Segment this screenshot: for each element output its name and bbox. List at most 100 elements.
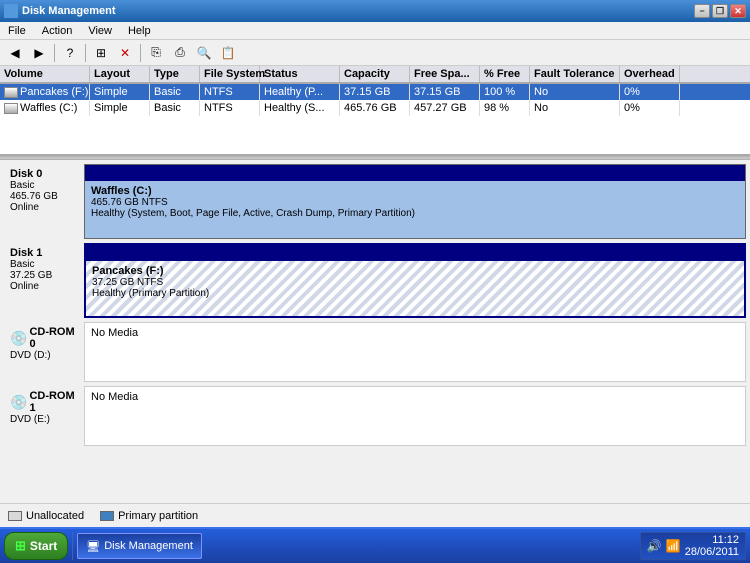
menu-action[interactable]: Action — [38, 22, 77, 40]
col-header-capacity[interactable]: Capacity — [340, 66, 410, 82]
main-area: Volume Layout Type File System Status Ca… — [0, 66, 750, 527]
cdrom-1-label: 💿 CD-ROM 1 DVD (E:) — [4, 386, 84, 446]
start-label: Start — [30, 539, 57, 553]
cdrom-1-row: 💿 CD-ROM 1 DVD (E:) No Media — [4, 386, 746, 446]
col-header-fs[interactable]: File System — [200, 66, 260, 82]
col-header-status[interactable]: Status — [260, 66, 340, 82]
vol-overhead-waffles: 0% — [620, 100, 680, 116]
search-button[interactable]: 🔍 — [193, 42, 215, 64]
back-button[interactable]: ◀ — [4, 42, 26, 64]
tray-volume-icon: 📶 — [666, 539, 681, 553]
delete-button[interactable]: ✕ — [114, 42, 136, 64]
disk-0-status: Online — [10, 202, 78, 213]
volume-list: Volume Layout Type File System Status Ca… — [0, 66, 750, 156]
start-button[interactable]: ⊞ Start — [4, 532, 68, 560]
volume-row-pancakes[interactable]: Pancakes (F:) Simple Basic NTFS Healthy … — [0, 84, 750, 100]
forward-button[interactable]: ▶ — [28, 42, 50, 64]
taskbar: ⊞ Start 🖥 Disk Management 🔊 📶 11:12 28/0… — [0, 527, 750, 563]
disk-1-row: Disk 1 Basic 37.25 GB Online Pancakes (F… — [4, 243, 746, 318]
toolbar-separator-1 — [54, 44, 55, 62]
menu-view[interactable]: View — [84, 22, 116, 40]
vol-overhead-pancakes: 0% — [620, 84, 680, 100]
vol-status-pancakes: Healthy (P... — [260, 84, 340, 100]
disk-0-id: Disk 0 — [10, 168, 78, 180]
menu-help[interactable]: Help — [124, 22, 155, 40]
vol-free-pancakes: 37.15 GB — [410, 84, 480, 100]
cdrom-1-no-media: No Media — [91, 391, 739, 403]
legend-bar: Unallocated Primary partition — [0, 503, 750, 527]
disk-1-part-size: 37.25 GB NTFS — [92, 277, 738, 288]
title-bar: Disk Management − ❐ ✕ — [0, 0, 750, 22]
minimize-button[interactable]: − — [694, 4, 710, 18]
tray-network-icon: 🔊 — [647, 539, 662, 553]
disk-0-header-bar — [85, 165, 745, 181]
cdrom-0-type: DVD (D:) — [10, 350, 78, 361]
disk-0-part-health: Healthy (System, Boot, Page File, Active… — [91, 208, 739, 219]
volume-row-waffles[interactable]: Waffles (C:) Simple Basic NTFS Healthy (… — [0, 100, 750, 116]
window-controls: − ❐ ✕ — [694, 4, 746, 18]
col-header-volume[interactable]: Volume — [0, 66, 90, 82]
props-button[interactable]: 📋 — [217, 42, 239, 64]
cdrom-0-visual: No Media — [84, 322, 746, 382]
cdrom-0-no-media: No Media — [91, 327, 739, 339]
disk-0-type: Basic — [10, 180, 78, 191]
toolbar: ◀ ▶ ? ⊞ ✕ ⎘ ⎙ 🔍 📋 — [0, 40, 750, 66]
disk-1-status: Online — [10, 281, 78, 292]
vol-status-waffles: Healthy (S... — [260, 100, 340, 116]
app-icon — [4, 4, 18, 18]
legend-label-primary: Primary partition — [118, 510, 198, 522]
legend-primary: Primary partition — [100, 510, 198, 522]
print-button[interactable]: ⎙ — [169, 42, 191, 64]
disk-0-size: 465.76 GB — [10, 191, 78, 202]
disk-0-part-name: Waffles (C:) — [91, 185, 739, 197]
tray-time: 11:12 — [685, 534, 739, 546]
swatch-unallocated — [8, 511, 22, 521]
disk-0-content: Waffles (C:) 465.76 GB NTFS Healthy (Sys… — [85, 165, 745, 238]
col-header-pctfree[interactable]: % Free — [480, 66, 530, 82]
disk-1-visual[interactable]: Pancakes (F:) 37.25 GB NTFS Healthy (Pri… — [84, 243, 746, 318]
vol-name-waffles: Waffles (C:) — [0, 100, 90, 116]
disk-0-part-size: 465.76 GB NTFS — [91, 197, 739, 208]
title-text: Disk Management — [22, 5, 116, 17]
vol-capacity-pancakes: 37.15 GB — [340, 84, 410, 100]
cdrom-1-id: CD-ROM 1 — [29, 390, 78, 414]
cdrom-1-visual: No Media — [84, 386, 746, 446]
toolbar-separator-2 — [85, 44, 86, 62]
disk-1-size: 37.25 GB — [10, 270, 78, 281]
taskbar-sep-1 — [72, 532, 73, 560]
cdrom-1-type: DVD (E:) — [10, 414, 78, 425]
vol-layout-pancakes: Simple — [90, 84, 150, 100]
taskbar-app-disk-mgmt[interactable]: 🖥 Disk Management — [77, 533, 202, 559]
disk-0-row: Disk 0 Basic 465.76 GB Online Waffles (C… — [4, 164, 746, 239]
cdrom-0-id: CD-ROM 0 — [29, 326, 78, 350]
col-header-type[interactable]: Type — [150, 66, 200, 82]
disk-0-label: Disk 0 Basic 465.76 GB Online — [4, 164, 84, 239]
help-button[interactable]: ? — [59, 42, 81, 64]
disk-0-visual[interactable]: Waffles (C:) 465.76 GB NTFS Healthy (Sys… — [84, 164, 746, 239]
close-button[interactable]: ✕ — [730, 4, 746, 18]
col-header-layout[interactable]: Layout — [90, 66, 150, 82]
disk-1-partition-0[interactable]: Pancakes (F:) 37.25 GB NTFS Healthy (Pri… — [86, 261, 744, 316]
menu-file[interactable]: File — [4, 22, 30, 40]
disk-1-type: Basic — [10, 259, 78, 270]
col-header-fault[interactable]: Fault Tolerance — [530, 66, 620, 82]
new-button[interactable]: ⊞ — [90, 42, 112, 64]
taskbar-app-label: Disk Management — [104, 540, 193, 552]
restore-button[interactable]: ❐ — [712, 4, 728, 18]
toolbar-separator-3 — [140, 44, 141, 62]
vol-pctfree-waffles: 98 % — [480, 100, 530, 116]
col-header-overhead[interactable]: Overhead — [620, 66, 680, 82]
disk-1-id: Disk 1 — [10, 247, 78, 259]
vol-layout-waffles: Simple — [90, 100, 150, 116]
tray-clock[interactable]: 11:12 28/06/2011 — [685, 534, 739, 558]
vol-fault-pancakes: No — [530, 84, 620, 100]
swatch-primary — [100, 511, 114, 521]
vol-type-pancakes: Basic — [150, 84, 200, 100]
copy-button[interactable]: ⎘ — [145, 42, 167, 64]
tray-date: 28/06/2011 — [685, 546, 739, 558]
disk-1-label: Disk 1 Basic 37.25 GB Online — [4, 243, 84, 318]
system-tray: 🔊 📶 11:12 28/06/2011 — [640, 532, 746, 560]
vol-type-waffles: Basic — [150, 100, 200, 116]
disk-0-partition-0[interactable]: Waffles (C:) 465.76 GB NTFS Healthy (Sys… — [85, 181, 745, 238]
col-header-free[interactable]: Free Spa... — [410, 66, 480, 82]
